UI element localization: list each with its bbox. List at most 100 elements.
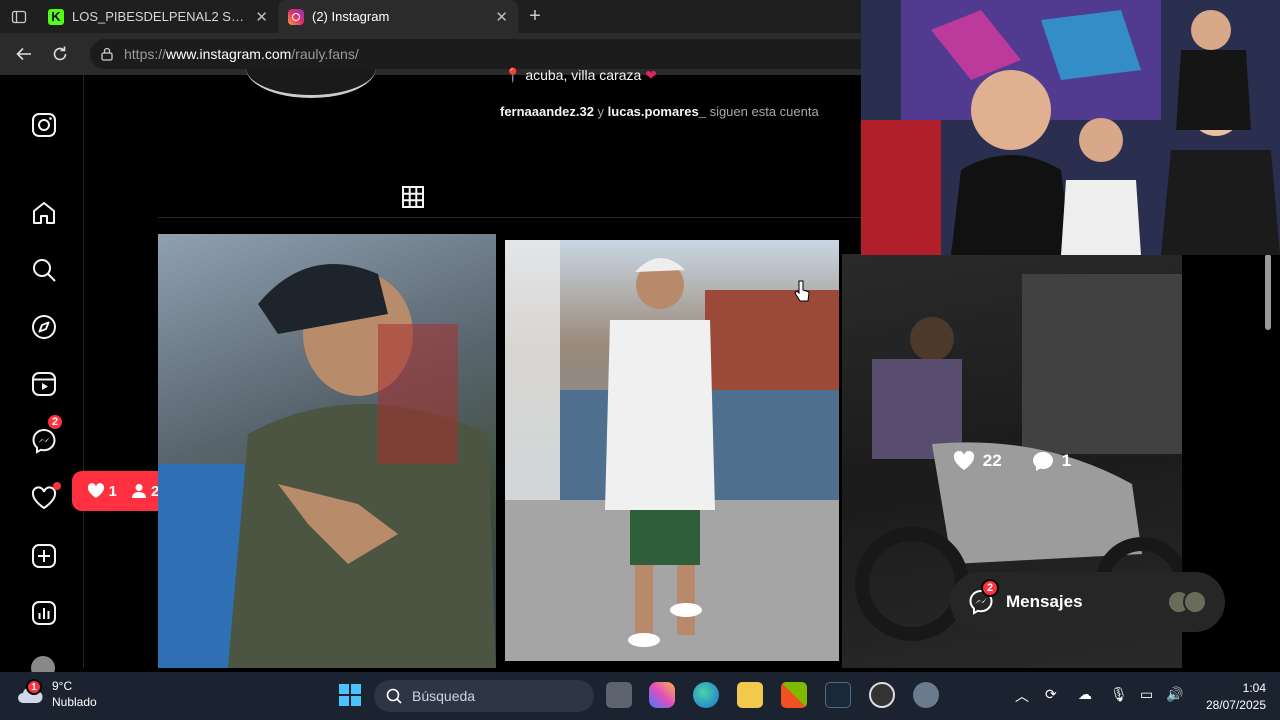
message-avatars xyxy=(1167,590,1207,614)
location-text: acuba, villa caraza xyxy=(525,67,642,83)
search-icon[interactable] xyxy=(28,254,60,286)
post-thumbnail[interactable] xyxy=(505,240,839,661)
onedrive-icon[interactable]: ☁ xyxy=(1078,686,1092,703)
mouse-pointer-icon xyxy=(794,280,810,302)
reels-icon[interactable] xyxy=(28,368,60,400)
site-info-icon[interactable] xyxy=(100,47,114,61)
start-button[interactable] xyxy=(337,682,363,708)
follower-name-2[interactable]: lucas.pomares_ xyxy=(608,104,706,119)
scrollbar-thumb[interactable] xyxy=(1265,254,1271,330)
webcam-overlay xyxy=(861,0,1280,255)
copilot-icon[interactable] xyxy=(649,682,675,708)
follower-name-1[interactable]: fernaaandez.32 xyxy=(500,104,594,119)
post-comments: 1 xyxy=(1032,451,1071,471)
close-tab-icon[interactable]: ✕ xyxy=(255,8,268,26)
weather-desc: Nublado xyxy=(52,695,97,709)
follows-count-group: 2 xyxy=(131,483,159,500)
url-scheme: https:// xyxy=(124,46,167,62)
post-comments-count: 1 xyxy=(1061,451,1072,470)
post-photo xyxy=(158,264,496,668)
grid-icon xyxy=(402,185,424,208)
obs-icon[interactable] xyxy=(869,682,895,708)
weather-text: 9°C Nublado xyxy=(52,678,97,710)
messages-badge: 2 xyxy=(46,413,64,431)
tabs-divider xyxy=(158,217,861,218)
clock-date: 28/07/2025 xyxy=(1205,698,1266,712)
url-path: /rauly.fans/ xyxy=(291,46,359,62)
post-photo xyxy=(505,240,839,661)
steam-icon[interactable] xyxy=(825,682,851,708)
task-view-icon[interactable] xyxy=(606,682,632,708)
tab-instagram[interactable]: (2) Instagram ✕ xyxy=(278,0,518,33)
url-host: www.instagram.com xyxy=(166,46,292,62)
windows-logo-icon xyxy=(339,684,361,706)
tab-label: LOS_PIBESDELPENAL2 Stream - W xyxy=(72,9,247,24)
comment-filled-icon xyxy=(1032,452,1053,471)
instagram-logo-icon[interactable] xyxy=(28,109,60,141)
search-icon xyxy=(386,688,402,704)
tab-actions-icon xyxy=(11,10,27,23)
page-scrollbar[interactable] xyxy=(1262,254,1274,668)
back-arrow-icon xyxy=(16,47,31,61)
notification-dot xyxy=(53,482,61,490)
profile-location: 📍 acuba, villa caraza ❤ xyxy=(504,67,657,84)
windows-taskbar: 1 9°C Nublado Búsqueda ︿ ⟳ ☁ 🎙 ▭ 🔊 1:04 … xyxy=(0,672,1280,720)
microsoft-store-icon[interactable] xyxy=(781,682,807,708)
post-thumbnail[interactable] xyxy=(158,234,496,668)
followed-by-join: y xyxy=(593,104,608,119)
kick-favicon-icon: K xyxy=(48,8,64,25)
profile-picture[interactable] xyxy=(246,68,376,98)
followed-by-suffix: siguen esta cuenta xyxy=(705,104,819,119)
messages-drawer-badge: 2 xyxy=(981,579,999,597)
instagram-sidebar: 2 xyxy=(4,75,84,680)
person-icon xyxy=(132,484,146,498)
tab-actions-button[interactable] xyxy=(0,0,38,33)
create-icon[interactable] xyxy=(28,540,60,572)
reload-button[interactable] xyxy=(44,38,76,70)
likes-count: 1 xyxy=(108,482,117,500)
microphone-icon[interactable]: 🎙 xyxy=(1110,686,1128,703)
close-tab-icon[interactable]: ✕ xyxy=(495,8,508,26)
weather-badge: 1 xyxy=(26,679,42,695)
cloud-icon: 1 xyxy=(16,679,44,705)
messenger-icon-wrap: 2 xyxy=(968,579,999,615)
messages-drawer-button[interactable]: 2 Mensajes xyxy=(950,572,1225,632)
heart-icon xyxy=(87,483,104,498)
likes-count-group: 1 xyxy=(87,483,117,500)
new-tab-button[interactable]: + xyxy=(518,5,552,28)
messages-label: Mensajes xyxy=(1006,592,1083,611)
tab-label: (2) Instagram xyxy=(312,9,390,24)
webcam-video xyxy=(861,0,1280,255)
taskbar-search[interactable]: Búsqueda xyxy=(374,680,594,712)
show-hidden-icons-chevron-icon[interactable]: ︿ xyxy=(1015,686,1029,706)
edge-browser-icon[interactable] xyxy=(693,682,719,708)
heart-filled-icon xyxy=(953,451,974,470)
volume-icon[interactable]: 🔊 xyxy=(1166,686,1183,703)
tab-posts-grid[interactable] xyxy=(378,176,448,218)
address-bar[interactable]: https://www.instagram.com/rauly.fans/ xyxy=(90,39,880,69)
reload-icon xyxy=(53,46,67,61)
url-text: https://www.instagram.com/rauly.fans/ xyxy=(124,46,359,62)
heart-emoji-icon: ❤ xyxy=(645,67,657,83)
explore-icon[interactable] xyxy=(28,311,60,343)
dashboard-icon[interactable] xyxy=(28,597,60,629)
settings-gear-icon[interactable] xyxy=(913,682,939,708)
followed-by[interactable]: fernaaandez.32 y lucas.pomares_ siguen e… xyxy=(500,104,819,119)
back-button[interactable] xyxy=(8,38,40,70)
sync-icon[interactable]: ⟳ xyxy=(1045,686,1057,703)
file-explorer-icon[interactable] xyxy=(737,682,763,708)
pin-icon: 📍 xyxy=(504,67,522,83)
weather-temp: 9°C xyxy=(52,679,73,693)
home-icon[interactable] xyxy=(28,197,60,229)
instagram-favicon-icon xyxy=(288,8,304,25)
clock-time: 1:04 xyxy=(1242,681,1266,695)
search-label: Búsqueda xyxy=(412,688,476,704)
tab-kick-stream[interactable]: K LOS_PIBESDELPENAL2 Stream - W ✕ xyxy=(38,0,278,33)
weather-widget[interactable]: 1 9°C Nublado xyxy=(16,678,97,710)
messages-icon[interactable]: 2 xyxy=(28,413,64,457)
notifications-heart-icon[interactable] xyxy=(28,482,61,514)
system-clock[interactable]: 1:04 28/07/2025 xyxy=(1196,680,1266,714)
post-likes-count: 22 xyxy=(982,451,1002,470)
network-icon[interactable]: ▭ xyxy=(1140,686,1153,703)
avatar xyxy=(1183,590,1207,614)
